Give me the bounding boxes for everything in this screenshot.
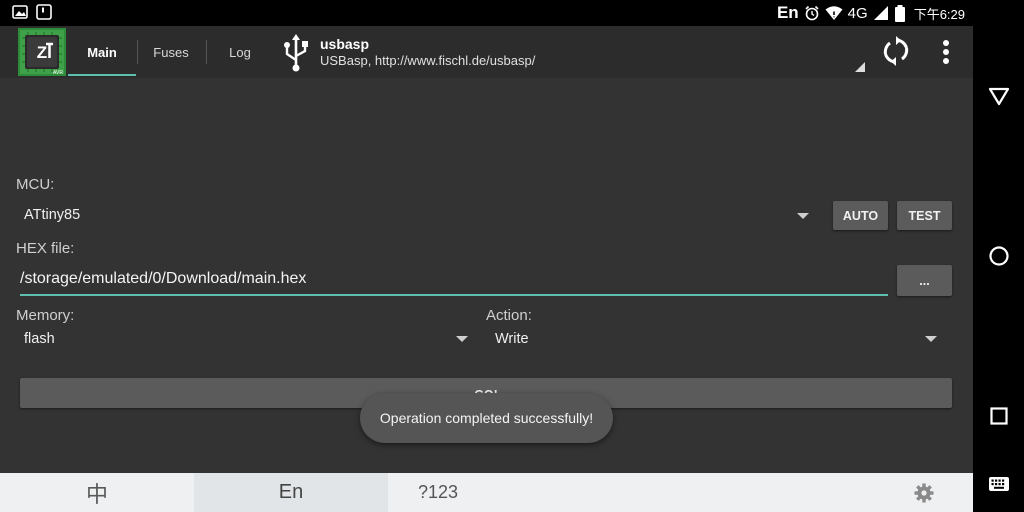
logo-badge: AVR	[53, 70, 63, 76]
numbers-key[interactable]: ?123	[410, 473, 466, 512]
hex-file-input[interactable]: /storage/emulated/0/Download/main.hex	[20, 266, 888, 296]
alarm-icon	[805, 5, 819, 21]
input-method-indicator: En	[776, 3, 799, 22]
programmer-name[interactable]: usbasp	[320, 36, 369, 52]
signal-icon	[873, 6, 888, 20]
memory-value: flash	[24, 331, 55, 347]
tab-fuses-label: Fuses	[153, 44, 189, 60]
test-button[interactable]: TEST	[897, 201, 952, 230]
memory-select[interactable]: flash	[16, 328, 472, 350]
browse-button[interactable]: ...	[897, 265, 952, 296]
image-icon	[12, 5, 28, 19]
english-input-key[interactable]: En	[194, 473, 388, 512]
app-toolbar: Z AVR Main Fuses Log usbasp USBasp, http…	[0, 26, 973, 78]
toast-message: Operation completed successfully!	[360, 393, 613, 443]
back-triangle-icon	[988, 87, 1009, 106]
clock: 下午6:29	[913, 6, 965, 22]
memory-label: Memory:	[16, 307, 75, 324]
home-button[interactable]	[973, 245, 1024, 267]
tab-main[interactable]: Main	[68, 26, 136, 78]
status-bar: En 4G 下午6:29	[0, 0, 973, 26]
mcu-select[interactable]: ATtiny85	[16, 200, 816, 230]
app-logo: Z AVR	[18, 28, 66, 76]
notification-icon	[36, 4, 52, 20]
tab-main-label: Main	[87, 44, 117, 60]
battery-icon	[894, 4, 905, 22]
tab-log-label: Log	[229, 44, 251, 60]
action-select[interactable]: Write	[486, 328, 942, 350]
svg-text:Z: Z	[37, 43, 47, 62]
tab-fuses[interactable]: Fuses	[138, 26, 204, 78]
navigation-bar	[973, 0, 1024, 512]
usb-icon	[284, 34, 308, 72]
tab-active-indicator	[68, 74, 136, 76]
home-circle-icon	[988, 246, 1009, 266]
chevron-down-icon	[797, 213, 809, 219]
recents-square-icon	[989, 407, 1008, 425]
main-panel: MCU: ATtiny85 AUTO TEST HEX file: /stora…	[0, 78, 973, 473]
programmer-dropdown-icon[interactable]	[855, 62, 865, 72]
back-button[interactable]	[973, 86, 1024, 106]
programmer-description[interactable]: USBasp, http://www.fischl.de/usbasp/	[320, 53, 535, 68]
tab-log[interactable]: Log	[208, 26, 272, 78]
overflow-menu-icon[interactable]	[936, 38, 956, 68]
chevron-down-icon	[925, 336, 937, 342]
action-value: Write	[495, 331, 529, 347]
mcu-label: MCU:	[16, 176, 55, 193]
auto-button[interactable]: AUTO	[833, 201, 888, 230]
keyboard-icon	[988, 477, 1009, 491]
gear-icon	[914, 483, 934, 502]
keyboard-bar: 中 En ?123	[0, 473, 973, 512]
action-label: Action:	[486, 307, 532, 324]
chinese-input-key[interactable]: 中	[0, 473, 194, 512]
keyboard-switch-button[interactable]	[973, 476, 1024, 492]
refresh-icon[interactable]	[880, 35, 912, 67]
recents-button[interactable]	[973, 406, 1024, 426]
mcu-value: ATtiny85	[24, 207, 81, 223]
network-type: 4G	[847, 4, 868, 22]
keyboard-settings-button[interactable]	[906, 473, 942, 512]
hex-file-label: HEX file:	[16, 240, 75, 257]
tab-divider	[206, 40, 207, 64]
chevron-down-icon	[456, 336, 468, 342]
wifi-icon	[825, 6, 843, 20]
